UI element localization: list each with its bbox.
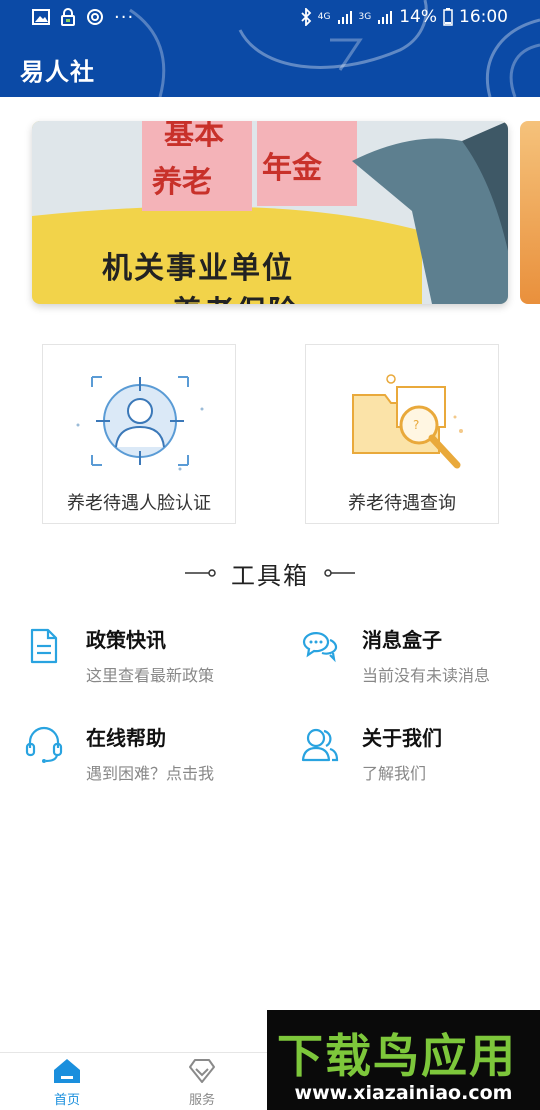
bluetooth-icon	[301, 8, 312, 26]
banner-caption-line2: 养老保险	[172, 287, 300, 304]
signal-icon-2	[378, 11, 393, 24]
sync-icon	[87, 9, 103, 25]
nav-service-label: 服务	[188, 1093, 215, 1108]
battery-percent: 14%	[399, 7, 437, 27]
nav-service[interactable]: 服务	[157, 1053, 247, 1110]
pension-query-label: 养老待遇查询	[348, 493, 456, 514]
tool-subtitle: 当前没有未读消息	[362, 666, 491, 685]
tool-title: 消息盒子	[362, 628, 442, 652]
tool-about-us[interactable]: 关于我们 了解我们	[300, 722, 540, 792]
headset-icon	[25, 726, 63, 763]
tool-subtitle: 遇到困难？点击我	[86, 764, 215, 783]
tool-title: 关于我们	[362, 726, 442, 750]
gallery-icon	[32, 9, 50, 25]
network-3g-label: 3G	[358, 12, 372, 22]
tool-subtitle: 这里查看最新政策	[86, 666, 215, 685]
tool-policy-news[interactable]: 政策快讯 这里查看最新政策	[24, 624, 264, 694]
home-icon	[54, 1059, 80, 1083]
chat-bubbles-icon	[302, 632, 338, 663]
watermark-brand: 下载鸟应用	[277, 1029, 517, 1083]
banner-slide[interactable]: 基本 养老 年金 机关事业单位 养老保险	[32, 121, 508, 304]
lock-icon	[61, 8, 75, 26]
face-scan-icon	[76, 376, 204, 471]
heading-left-ornament	[185, 569, 216, 577]
page-title: 易人社	[20, 58, 95, 86]
tool-subtitle: 了解我们	[362, 764, 427, 783]
tool-online-help[interactable]: 在线帮助 遇到困难？点击我	[24, 722, 264, 792]
diamond-icon	[189, 1059, 215, 1083]
nav-home[interactable]: 首页	[22, 1053, 112, 1110]
face-auth-card[interactable]: 养老待遇人脸认证	[42, 344, 236, 524]
document-icon	[30, 628, 58, 664]
watermark: 下载鸟应用 www.xiazainiao.com	[267, 1010, 540, 1110]
pension-query-card[interactable]: ? 养老待遇查询	[305, 344, 499, 524]
folder-search-icon: ?	[352, 374, 463, 469]
banner-tag-basic: 基本	[164, 121, 224, 152]
svg-text:?: ?	[413, 418, 419, 432]
clock: 16:00	[459, 7, 508, 27]
heading-right-ornament	[324, 569, 355, 577]
banner-tag-pension: 养老	[152, 165, 212, 200]
banner-caption: 机关事业单位	[102, 251, 294, 286]
app-header: ··· 4G 3G 14% 16:00 易人社	[0, 0, 540, 97]
banner-tag-annuity: 年金	[262, 151, 322, 186]
face-auth-label: 养老待遇人脸认证	[67, 493, 211, 514]
toolbox-title: 工具箱	[231, 561, 309, 590]
tool-message-box[interactable]: 消息盒子 当前没有未读消息	[300, 624, 540, 694]
tool-title: 政策快讯	[86, 628, 166, 652]
more-icon: ···	[114, 6, 135, 28]
status-bar: ··· 4G 3G 14% 16:00	[0, 0, 540, 34]
tool-title: 在线帮助	[86, 726, 166, 750]
watermark-url: www.xiazainiao.com	[294, 1082, 513, 1104]
battery-icon	[443, 8, 453, 26]
nav-home-label: 首页	[53, 1093, 80, 1108]
users-icon	[301, 728, 339, 762]
toolbox-heading: 工具箱	[0, 556, 540, 590]
signal-icon	[337, 11, 352, 24]
network-4g-label: 4G	[317, 12, 331, 22]
banner-next-slide[interactable]	[520, 121, 540, 304]
